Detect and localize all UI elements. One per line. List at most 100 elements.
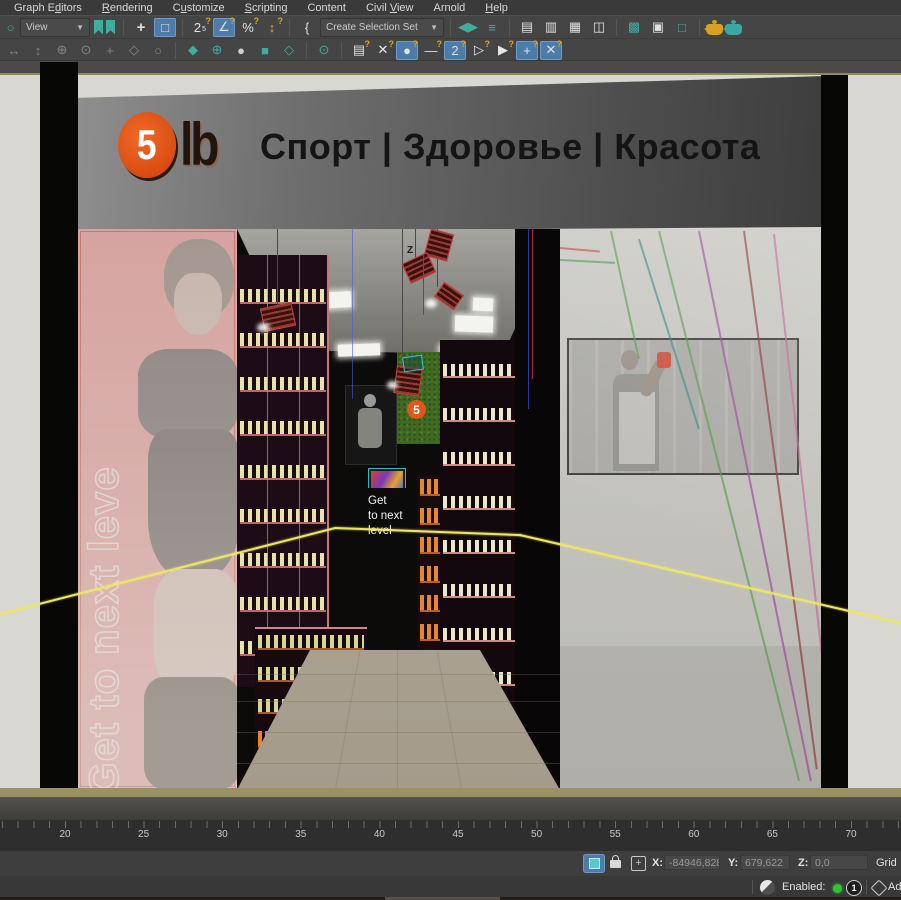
add-button[interactable]: Add bbox=[888, 881, 901, 893]
spinner-snap-toggle-button[interactable]: ↕ bbox=[261, 18, 283, 37]
status-bar: + X: -84946,828 Y: 679,622 Z: 0,0 Grid bbox=[0, 851, 901, 876]
render-setup-button[interactable]: ▣ bbox=[647, 18, 669, 37]
menu-graph-editors[interactable]: Graph Editors bbox=[4, 2, 92, 14]
timeline-label-40: 40 bbox=[374, 829, 385, 840]
disabled-tool-icon[interactable]: ○ bbox=[147, 41, 169, 60]
curve-editor-button[interactable]: ▦ bbox=[564, 18, 586, 37]
unlink-selection-icon[interactable] bbox=[106, 20, 115, 35]
menu-rendering[interactable]: Rendering bbox=[92, 2, 163, 14]
scene-explorer-button[interactable]: ▥ bbox=[540, 18, 562, 37]
angle-snap-toggle-button[interactable]: ∠ bbox=[213, 18, 235, 37]
timeline-label-65: 65 bbox=[767, 829, 778, 840]
storefront-left-column[interactable] bbox=[40, 62, 78, 790]
selection-lock-icon[interactable] bbox=[610, 860, 621, 868]
menu-civil-view[interactable]: Civil View bbox=[356, 2, 424, 14]
floor-tile-line bbox=[237, 701, 560, 702]
adaptive-degradation-icon[interactable] bbox=[760, 880, 775, 895]
render-iterative-icon[interactable] bbox=[725, 24, 742, 35]
store-interior[interactable]: 5 Get to next level bbox=[237, 229, 560, 820]
angle-tool-icon[interactable]: ▷ bbox=[468, 41, 490, 60]
material-editor-button[interactable]: ▩ bbox=[623, 18, 645, 37]
get-to-next-level-sign[interactable]: Get to next level bbox=[358, 488, 416, 558]
scene-package-icon[interactable] bbox=[871, 880, 888, 897]
ceiling-light-panel[interactable] bbox=[455, 315, 494, 332]
axis-constraint-y-icon[interactable]: ↕ bbox=[27, 41, 49, 60]
reference-coordinate-dropdown[interactable]: View ▼ bbox=[20, 18, 90, 37]
select-object-button[interactable]: □ bbox=[154, 18, 176, 37]
moss-logo-text: 5 bbox=[413, 403, 420, 417]
schematic-view-button[interactable]: ◫ bbox=[588, 18, 610, 37]
menu-scripting[interactable]: Scripting bbox=[235, 2, 298, 14]
absolute-mode-transform-icon[interactable]: + bbox=[631, 856, 646, 871]
snap-extend-toggle-button[interactable]: + bbox=[516, 41, 538, 60]
poster-man-body bbox=[358, 408, 382, 448]
disabled-tool-icon[interactable]: + bbox=[99, 41, 121, 60]
storefront-right-column[interactable] bbox=[821, 75, 848, 790]
floor-tile-line bbox=[237, 763, 560, 764]
chevron-down-icon: ▼ bbox=[430, 23, 438, 32]
moss-wall-logo: 5 bbox=[407, 400, 426, 419]
window-glass-reflection bbox=[560, 229, 822, 789]
status-green-dot[interactable] bbox=[833, 884, 842, 893]
x-coordinate-field[interactable]: -84946,828 bbox=[664, 855, 720, 870]
window-crossing-icon[interactable]: ■ bbox=[254, 41, 276, 60]
bone-tool-icon[interactable]: ✕ bbox=[372, 41, 394, 60]
shelf-frame-line bbox=[299, 255, 300, 687]
store-logo-suffix: lb bbox=[180, 110, 216, 179]
menu-customize[interactable]: Customize bbox=[163, 2, 235, 14]
undo-icon[interactable]: ○ bbox=[3, 18, 18, 37]
store-banner[interactable]: 5 lb Спорт | Здоровье | Красота bbox=[74, 76, 826, 232]
soft-selection-icon[interactable]: ◆ bbox=[182, 41, 204, 60]
arrow-tool-icon[interactable]: ▶ bbox=[492, 41, 514, 60]
axis-constraint-x-icon[interactable]: ↔ bbox=[3, 41, 25, 60]
grid-label: Grid bbox=[876, 857, 897, 869]
snap-midpoint-toggle-button[interactable]: 2 bbox=[444, 41, 466, 60]
lamp-glow bbox=[425, 299, 437, 308]
lamp-wire bbox=[277, 229, 278, 312]
right-storefront-window[interactable] bbox=[560, 229, 822, 789]
edit-named-selection-sets-button[interactable]: { bbox=[296, 18, 318, 37]
menu-arnold[interactable]: Arnold bbox=[423, 2, 475, 14]
snaps-toggle-button[interactable]: 2 5 bbox=[189, 18, 211, 37]
select-and-link-icon[interactable] bbox=[94, 20, 103, 35]
selection-region-icon[interactable]: ◇ bbox=[278, 41, 300, 60]
pivot-tool-icon[interactable]: ⊕ bbox=[206, 41, 228, 60]
axis-constraint-z-icon[interactable]: ⊕ bbox=[51, 41, 73, 60]
rendered-frame-window-button[interactable]: □ bbox=[671, 18, 693, 37]
left-storefront-window[interactable]: Get to next leve bbox=[78, 229, 237, 789]
menu-help[interactable]: Help bbox=[475, 2, 518, 14]
lamp-glow bbox=[257, 323, 270, 332]
layer-manager-button[interactable]: ▤ bbox=[516, 18, 538, 37]
align-button[interactable]: ≡ bbox=[481, 18, 503, 37]
z-coordinate-field[interactable]: 0,0 bbox=[810, 855, 868, 870]
viewport[interactable]: 5 lb Спорт | Здоровье | Красота Get to n… bbox=[0, 61, 901, 820]
ceiling-light-panel[interactable] bbox=[338, 343, 380, 356]
floor-tile-line bbox=[237, 732, 560, 733]
z-axis-label: Z bbox=[407, 245, 413, 256]
snap-edge-icon[interactable]: — bbox=[420, 41, 442, 60]
snap-point-toggle-button[interactable]: ● bbox=[396, 41, 418, 60]
axis-constraint-plane-icon[interactable]: ⊙ bbox=[75, 41, 97, 60]
floor-tile-line bbox=[237, 674, 560, 675]
shelf-row bbox=[443, 364, 517, 378]
selection-tool-icon[interactable]: ● bbox=[230, 41, 252, 60]
snap-intersection-toggle-button[interactable]: ✕ bbox=[540, 41, 562, 60]
ceiling-light-panel[interactable] bbox=[473, 297, 494, 311]
selection-lock-icon[interactable]: ⊙ bbox=[313, 41, 335, 60]
timeline-label-25: 25 bbox=[138, 829, 149, 840]
selected-lamp-wireframe[interactable] bbox=[402, 355, 424, 373]
named-selection-set-dropdown[interactable]: Create Selection Set ▼ bbox=[320, 18, 444, 37]
timeline-label-20: 20 bbox=[59, 829, 70, 840]
isolate-selection-button[interactable] bbox=[583, 854, 605, 873]
sign-text: Get to next level bbox=[368, 494, 403, 540]
select-and-move-button[interactable]: + bbox=[130, 18, 152, 37]
snap-grid-icon[interactable]: ▤ bbox=[348, 41, 370, 60]
percent-snap-toggle-button[interactable]: % bbox=[237, 18, 259, 37]
timeline-track-bar[interactable]: 2025303540455055606570 bbox=[0, 820, 901, 852]
disabled-tool-icon[interactable]: ◇ bbox=[123, 41, 145, 60]
y-coordinate-field[interactable]: 679,622 bbox=[740, 855, 790, 870]
shelf-row bbox=[443, 540, 517, 554]
mirror-button[interactable]: ◀▶ bbox=[457, 18, 479, 37]
menu-content[interactable]: Content bbox=[297, 2, 356, 14]
shelf-row bbox=[240, 289, 326, 304]
